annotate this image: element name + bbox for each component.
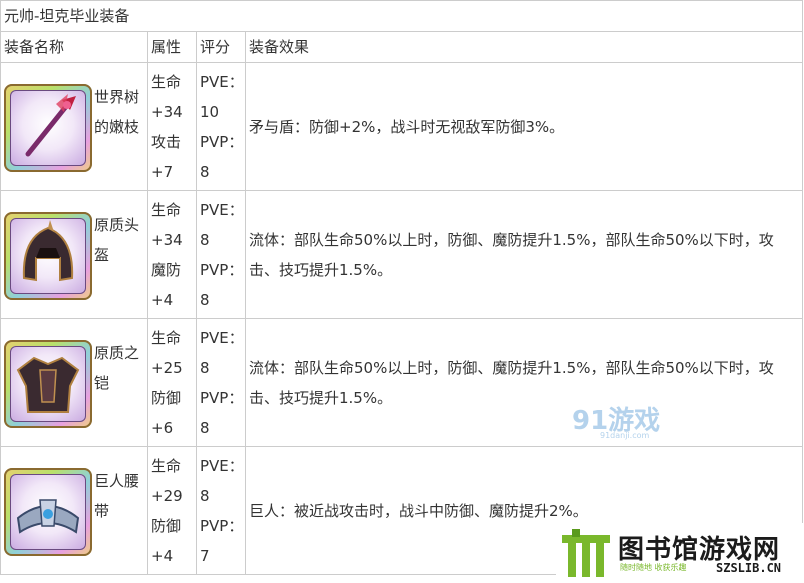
logo-url: SZSLIB.CN	[716, 561, 782, 575]
item-name-cell: 原质头盔	[0, 190, 148, 319]
item-score: PVE： 10 PVP： 8	[196, 62, 246, 191]
header-effect: 装备效果	[244, 31, 804, 63]
header-name: 装备名称	[0, 31, 148, 63]
item-name: 世界树的嫩枝	[94, 87, 140, 136]
item-score: PVE： 8 PVP： 8	[196, 190, 246, 319]
item-name: 原质之铠	[94, 343, 140, 392]
item-name: 巨人腰带	[94, 471, 140, 520]
site-logo[interactable]: 图书馆游戏网 随时随地 收获乐趣 SZSLIB.CN	[556, 523, 804, 583]
item-stats: 生命 +25 防御 +6	[147, 318, 197, 447]
helmet-icon	[4, 211, 92, 300]
item-stats: 生命 +29 防御 +4	[147, 446, 197, 575]
item-name-cell: 世界树的嫩枝	[0, 62, 148, 191]
logo-mark-icon	[562, 529, 610, 577]
item-score: PVE： 8 PVP： 8	[196, 318, 246, 447]
item-name: 原质头盔	[94, 215, 140, 264]
table-header-row: 装备名称 属性 评分 装备效果	[0, 31, 804, 63]
table-row: 世界树的嫩枝 生命 +34 攻击 +7 PVE： 10 PVP： 8 矛与盾：防御+2%，战…	[0, 62, 804, 191]
equipment-table: 元帅-坦克毕业装备 装备名称 属性 评分 装备效果 世界树的嫩枝 生命 +34 攻击…	[0, 0, 804, 575]
table-row: 原质头盔 生命 +34 魔防 +4 PVE： 8 PVP： 8 流体：部队生命50%以上时，…	[0, 190, 804, 319]
staff-icon	[4, 83, 92, 172]
table-title: 元帅-坦克毕业装备	[0, 0, 804, 32]
header-score: 评分	[196, 31, 246, 63]
table-row: 原质之铠 生命 +25 防御 +6 PVE： 8 PVP： 8 流体：部队生命50%以上时，…	[0, 318, 804, 447]
item-effect: 矛与盾：防御+2%，战斗时无视敌军防御3%。	[244, 62, 804, 191]
item-effect: 流体：部队生命50%以上时，防御、魔防提升1.5%，部队生命50%以下时，攻击、…	[244, 190, 804, 319]
belt-icon	[4, 467, 92, 556]
armor-icon	[4, 339, 92, 428]
item-score: PVE： 8 PVP： 7	[196, 446, 246, 575]
item-stats: 生命 +34 魔防 +4	[147, 190, 197, 319]
logo-tagline: 随时随地 收获乐趣	[620, 563, 687, 572]
item-effect: 流体：部队生命50%以上时，防御、魔防提升1.5%，部队生命50%以下时，攻击、…	[244, 318, 804, 447]
header-stats: 属性	[147, 31, 197, 63]
watermark: 91游戏 91danji.com	[572, 406, 661, 440]
item-name-cell: 原质之铠	[0, 318, 148, 447]
item-name-cell: 巨人腰带	[0, 446, 148, 575]
item-stats: 生命 +34 攻击 +7	[147, 62, 197, 191]
table-title-row: 元帅-坦克毕业装备	[0, 0, 804, 32]
